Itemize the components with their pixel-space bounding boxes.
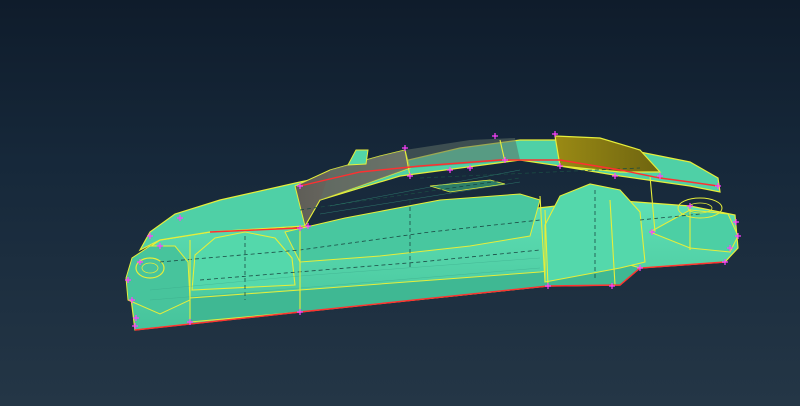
rear-glass-surface[interactable] [554,135,662,173]
3d-viewport[interactable] [0,0,800,406]
front-nose-surface[interactable] [125,245,191,315]
side-mirror[interactable] [347,149,369,166]
plus-marker-icon [492,133,498,139]
car-surface-model[interactable] [0,0,800,406]
